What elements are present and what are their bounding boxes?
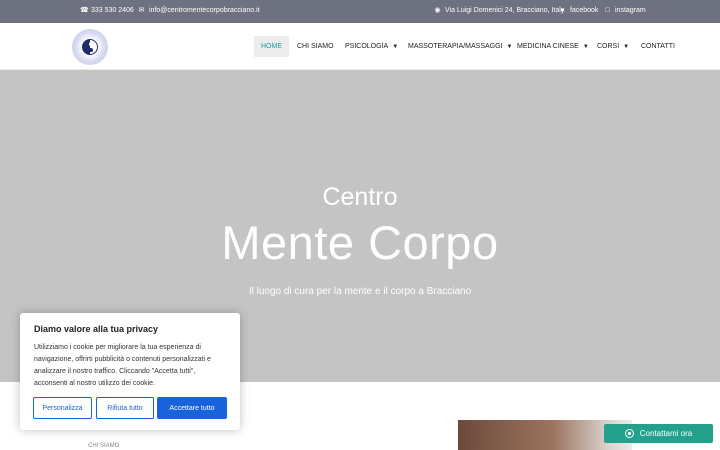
facebook-link[interactable]: ● facebook xyxy=(559,7,598,14)
yin-yang-icon xyxy=(82,39,98,55)
nav-massoterapia-label: MASSOTERAPIA/MASSAGGI xyxy=(408,43,503,50)
chevron-down-icon: ▼ xyxy=(506,44,513,50)
envelope-icon: ✉ xyxy=(138,7,145,14)
chevron-down-icon: ▼ xyxy=(392,44,399,50)
location-pin-icon: ◉ xyxy=(434,7,441,14)
nav-home[interactable]: HOME xyxy=(254,36,289,57)
nav-massoterapia[interactable]: MASSOTERAPIA/MASSAGGI ▼ xyxy=(408,36,512,57)
nav-psicologia[interactable]: PSICOLOGIA ▼ xyxy=(345,36,398,57)
nav-chi-siamo[interactable]: CHI SIAMO xyxy=(297,36,334,57)
hero-title: Mente Corpo xyxy=(221,216,499,269)
chevron-down-icon: ▼ xyxy=(623,44,630,50)
phone-link[interactable]: ☎ 333 530 2406 xyxy=(80,7,134,14)
whatsapp-icon xyxy=(624,429,634,438)
cookie-title: Diamo valore alla tua privacy xyxy=(34,324,159,334)
email-address: info@centromentecorpobracciano.it xyxy=(149,7,260,14)
customize-button[interactable]: Personalizza xyxy=(33,397,92,419)
nav-psicologia-label: PSICOLOGIA xyxy=(345,43,389,50)
hero-tagline: Il luogo di cura per la mente e il corpo… xyxy=(248,286,472,297)
chevron-down-icon: ▼ xyxy=(582,44,589,50)
phone-number: 333 530 2406 xyxy=(91,7,134,14)
email-link[interactable]: ✉ info@centromentecorpobracciano.it xyxy=(138,7,260,14)
accept-all-button[interactable]: Accettare tutto xyxy=(157,397,227,419)
instagram-label: instagram xyxy=(615,7,646,14)
instagram-link[interactable]: □ instagram xyxy=(604,7,646,14)
cookie-description: Utilizziamo i cookie per migliorare la t… xyxy=(34,344,211,387)
cookie-banner: Diamo valore alla tua privacy Utilizziam… xyxy=(20,313,240,430)
address-text: Via Luigi Domenici 24, Bracciano, Italy xyxy=(445,7,565,14)
nav-chi-siamo-label: CHI SIAMO xyxy=(297,43,334,50)
top-bar: ☎ 333 530 2406 ✉ info@centromentecorpobr… xyxy=(0,0,720,23)
facebook-label: facebook xyxy=(570,7,599,14)
nav-home-label: HOME xyxy=(261,43,282,50)
hero-pre-title: Centro xyxy=(322,183,398,211)
nav-medicina-cinese[interactable]: MEDICINA CINESE ▼ xyxy=(517,36,589,57)
nav-contatti[interactable]: CONTATTI xyxy=(641,36,675,57)
phone-icon: ☎ xyxy=(80,7,89,14)
section-label: CHI SIAMO xyxy=(88,443,120,449)
nav-contatti-label: CONTATTI xyxy=(641,43,675,50)
instagram-icon: □ xyxy=(605,7,610,14)
nav-corsi[interactable]: CORSI ▼ xyxy=(597,36,629,57)
reject-all-button[interactable]: Rifiuta tutto xyxy=(96,397,154,419)
site-header: HOME CHI SIAMO PSICOLOGIA ▼ MASSOTERAPIA/… xyxy=(0,23,720,70)
nav-medicina-cinese-label: MEDICINA CINESE xyxy=(517,43,579,50)
site-logo[interactable] xyxy=(72,29,108,65)
whatsapp-contact-button[interactable]: Contattami ora xyxy=(604,424,713,443)
nav-corsi-label: CORSI xyxy=(597,43,620,50)
whatsapp-label: Contattami ora xyxy=(639,429,693,438)
address-link[interactable]: ◉ Via Luigi Domenici 24, Bracciano, Ital… xyxy=(434,7,564,14)
facebook-icon: ● xyxy=(560,7,565,14)
